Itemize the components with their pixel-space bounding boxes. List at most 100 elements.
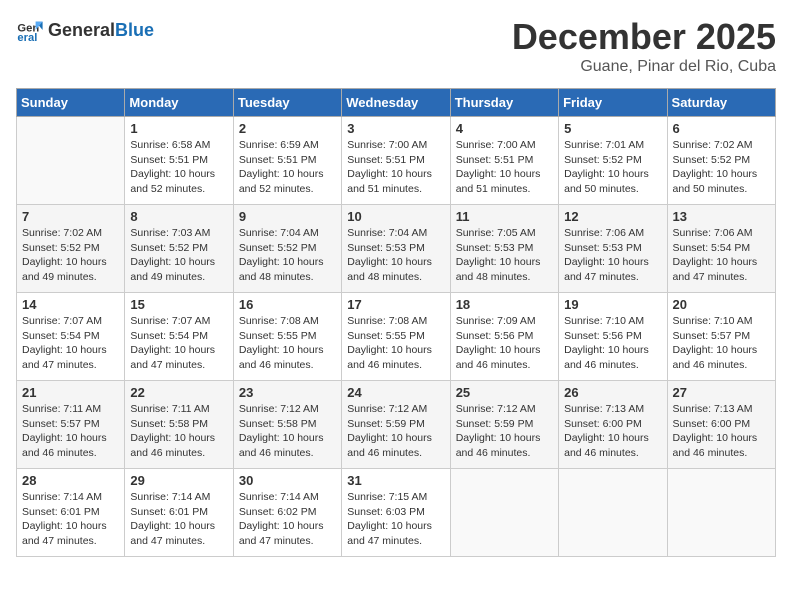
day-number: 28 xyxy=(22,473,119,488)
table-row: 19 Sunrise: 7:10 AM Sunset: 5:56 PM Dayli… xyxy=(559,293,667,381)
day-number: 24 xyxy=(347,385,444,400)
day-info: Sunrise: 7:03 AM Sunset: 5:52 PM Dayligh… xyxy=(130,226,227,285)
day-info: Sunrise: 7:05 AM Sunset: 5:53 PM Dayligh… xyxy=(456,226,553,285)
table-row xyxy=(559,469,667,557)
day-number: 14 xyxy=(22,297,119,312)
table-row: 2Sunrise: 6:59 AM Sunset: 5:51 PM Daylig… xyxy=(233,117,341,205)
day-number: 8 xyxy=(130,209,227,224)
day-number: 13 xyxy=(673,209,770,224)
day-number: 29 xyxy=(130,473,227,488)
day-number: 30 xyxy=(239,473,336,488)
day-info: Sunrise: 7:14 AM Sunset: 6:02 PM Dayligh… xyxy=(239,490,336,549)
calendar-week-row: 28 Sunrise: 7:14 AM Sunset: 6:01 PM Dayli… xyxy=(17,469,776,557)
day-info: Sunrise: 7:12 AM Sunset: 5:58 PM Dayligh… xyxy=(239,402,336,461)
logo-text: General Blue xyxy=(48,20,154,41)
logo-icon: Gen eral xyxy=(16,16,44,44)
day-info: Sunrise: 6:58 AM Sunset: 5:51 PM Dayligh… xyxy=(130,138,227,197)
day-info: Sunrise: 7:02 AM Sunset: 5:52 PM Dayligh… xyxy=(22,226,119,285)
location-subtitle: Guane, Pinar del Rio, Cuba xyxy=(512,58,776,76)
day-number: 19 xyxy=(564,297,661,312)
col-header-wednesday: Wednesday xyxy=(342,89,450,117)
table-row: 29 Sunrise: 7:14 AM Sunset: 6:01 PM Dayli… xyxy=(125,469,233,557)
day-number: 12 xyxy=(564,209,661,224)
table-row: 7 Sunrise: 7:02 AM Sunset: 5:52 PM Daylig… xyxy=(17,205,125,293)
day-number: 17 xyxy=(347,297,444,312)
logo-blue: Blue xyxy=(115,20,154,41)
day-number: 23 xyxy=(239,385,336,400)
day-info: Sunrise: 7:11 AM Sunset: 5:57 PM Dayligh… xyxy=(22,402,119,461)
day-number: 15 xyxy=(130,297,227,312)
day-info: Sunrise: 7:06 AM Sunset: 5:53 PM Dayligh… xyxy=(564,226,661,285)
day-info: Sunrise: 7:11 AM Sunset: 5:58 PM Dayligh… xyxy=(130,402,227,461)
logo-general: General xyxy=(48,20,115,41)
calendar-week-row: 7 Sunrise: 7:02 AM Sunset: 5:52 PM Daylig… xyxy=(17,205,776,293)
table-row: 10 Sunrise: 7:04 AM Sunset: 5:53 PM Dayli… xyxy=(342,205,450,293)
table-row: 13 Sunrise: 7:06 AM Sunset: 5:54 PM Dayli… xyxy=(667,205,775,293)
table-row: 1 Sunrise: 6:58 AM Sunset: 5:51 PM Daylig… xyxy=(125,117,233,205)
calendar-week-row: 14 Sunrise: 7:07 AM Sunset: 5:54 PM Dayli… xyxy=(17,293,776,381)
month-title: December 2025 xyxy=(512,16,776,58)
day-info: Sunrise: 7:09 AM Sunset: 5:56 PM Dayligh… xyxy=(456,314,553,373)
day-number: 20 xyxy=(673,297,770,312)
day-number: 11 xyxy=(456,209,553,224)
table-row: 17 Sunrise: 7:08 AM Sunset: 5:55 PM Dayli… xyxy=(342,293,450,381)
title-area: December 2025 Guane, Pinar del Rio, Cuba xyxy=(512,16,776,76)
table-row: 4 Sunrise: 7:00 AM Sunset: 5:51 PM Daylig… xyxy=(450,117,558,205)
table-row: 18 Sunrise: 7:09 AM Sunset: 5:56 PM Dayli… xyxy=(450,293,558,381)
day-number: 9 xyxy=(239,209,336,224)
day-info: Sunrise: 7:10 AM Sunset: 5:56 PM Dayligh… xyxy=(564,314,661,373)
day-info: Sunrise: 6:59 AM Sunset: 5:51 PM Dayligh… xyxy=(239,138,336,197)
day-info: Sunrise: 7:12 AM Sunset: 5:59 PM Dayligh… xyxy=(347,402,444,461)
table-row: 12 Sunrise: 7:06 AM Sunset: 5:53 PM Dayli… xyxy=(559,205,667,293)
calendar-table: SundayMondayTuesdayWednesdayThursdayFrid… xyxy=(16,88,776,557)
table-row: 30 Sunrise: 7:14 AM Sunset: 6:02 PM Dayli… xyxy=(233,469,341,557)
day-info: Sunrise: 7:06 AM Sunset: 5:54 PM Dayligh… xyxy=(673,226,770,285)
table-row: 31Sunrise: 7:15 AM Sunset: 6:03 PM Dayli… xyxy=(342,469,450,557)
day-number: 18 xyxy=(456,297,553,312)
day-info: Sunrise: 7:12 AM Sunset: 5:59 PM Dayligh… xyxy=(456,402,553,461)
day-info: Sunrise: 7:10 AM Sunset: 5:57 PM Dayligh… xyxy=(673,314,770,373)
day-info: Sunrise: 7:01 AM Sunset: 5:52 PM Dayligh… xyxy=(564,138,661,197)
table-row xyxy=(667,469,775,557)
table-row: 27Sunrise: 7:13 AM Sunset: 6:00 PM Dayli… xyxy=(667,381,775,469)
logo: Gen eral General Blue xyxy=(16,16,154,44)
day-info: Sunrise: 7:00 AM Sunset: 5:51 PM Dayligh… xyxy=(456,138,553,197)
day-number: 21 xyxy=(22,385,119,400)
col-header-thursday: Thursday xyxy=(450,89,558,117)
day-number: 4 xyxy=(456,121,553,136)
day-info: Sunrise: 7:04 AM Sunset: 5:53 PM Dayligh… xyxy=(347,226,444,285)
calendar-week-row: 21 Sunrise: 7:11 AM Sunset: 5:57 PM Dayli… xyxy=(17,381,776,469)
day-number: 1 xyxy=(130,121,227,136)
table-row: 9Sunrise: 7:04 AM Sunset: 5:52 PM Daylig… xyxy=(233,205,341,293)
header: Gen eral General Blue December 2025 Guan… xyxy=(16,16,776,76)
day-info: Sunrise: 7:07 AM Sunset: 5:54 PM Dayligh… xyxy=(22,314,119,373)
day-number: 26 xyxy=(564,385,661,400)
table-row: 15Sunrise: 7:07 AM Sunset: 5:54 PM Dayli… xyxy=(125,293,233,381)
day-info: Sunrise: 7:15 AM Sunset: 6:03 PM Dayligh… xyxy=(347,490,444,549)
day-info: Sunrise: 7:14 AM Sunset: 6:01 PM Dayligh… xyxy=(22,490,119,549)
table-row: 22Sunrise: 7:11 AM Sunset: 5:58 PM Dayli… xyxy=(125,381,233,469)
table-row: 6Sunrise: 7:02 AM Sunset: 5:52 PM Daylig… xyxy=(667,117,775,205)
col-header-saturday: Saturday xyxy=(667,89,775,117)
day-info: Sunrise: 7:08 AM Sunset: 5:55 PM Dayligh… xyxy=(347,314,444,373)
table-row xyxy=(450,469,558,557)
day-info: Sunrise: 7:08 AM Sunset: 5:55 PM Dayligh… xyxy=(239,314,336,373)
col-header-sunday: Sunday xyxy=(17,89,125,117)
day-number: 25 xyxy=(456,385,553,400)
day-number: 7 xyxy=(22,209,119,224)
table-row: 26Sunrise: 7:13 AM Sunset: 6:00 PM Dayli… xyxy=(559,381,667,469)
table-row: 24 Sunrise: 7:12 AM Sunset: 5:59 PM Dayli… xyxy=(342,381,450,469)
day-number: 3 xyxy=(347,121,444,136)
day-info: Sunrise: 7:00 AM Sunset: 5:51 PM Dayligh… xyxy=(347,138,444,197)
table-row: 3 Sunrise: 7:00 AM Sunset: 5:51 PM Daylig… xyxy=(342,117,450,205)
table-row: 28 Sunrise: 7:14 AM Sunset: 6:01 PM Dayli… xyxy=(17,469,125,557)
day-info: Sunrise: 7:14 AM Sunset: 6:01 PM Dayligh… xyxy=(130,490,227,549)
table-row: 21 Sunrise: 7:11 AM Sunset: 5:57 PM Dayli… xyxy=(17,381,125,469)
table-row: 16Sunrise: 7:08 AM Sunset: 5:55 PM Dayli… xyxy=(233,293,341,381)
day-number: 6 xyxy=(673,121,770,136)
day-number: 10 xyxy=(347,209,444,224)
table-row: 23 Sunrise: 7:12 AM Sunset: 5:58 PM Dayli… xyxy=(233,381,341,469)
svg-text:eral: eral xyxy=(17,32,37,44)
day-number: 27 xyxy=(673,385,770,400)
table-row: 20 Sunrise: 7:10 AM Sunset: 5:57 PM Dayli… xyxy=(667,293,775,381)
